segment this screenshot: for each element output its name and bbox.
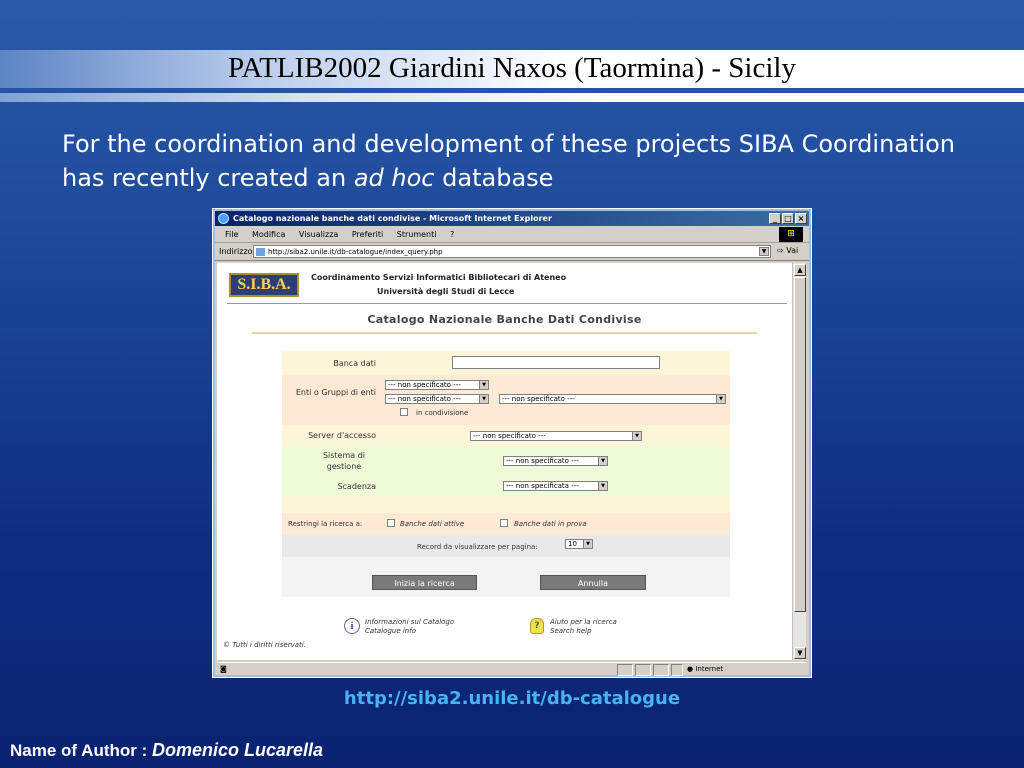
chevron-down-icon: ▼ <box>583 540 592 548</box>
author-label: Name of Author : <box>10 741 152 760</box>
status-cell <box>617 664 633 676</box>
chevron-down-icon: ▼ <box>479 381 488 389</box>
sistema-label: Sistema di gestione <box>322 451 366 471</box>
attive-checkbox[interactable] <box>387 519 395 527</box>
record-label: Record da visualizzare per pagina: <box>417 543 538 551</box>
intro-text: For the coordination and development of … <box>62 127 1002 195</box>
chevron-down-icon: ▼ <box>598 482 607 490</box>
in-condivisione-checkbox[interactable] <box>400 408 408 416</box>
search-button[interactable]: Inizia la ricerca <box>372 575 477 590</box>
enti-select-1[interactable]: --- non specificato --- ▼ <box>385 380 489 390</box>
address-value: http://siba2.unile.it/db-catalogue/index… <box>268 248 443 256</box>
chevron-down-icon: ▼ <box>598 457 607 465</box>
go-button[interactable]: ⇨ Vai <box>777 246 798 255</box>
catalog-title-divider <box>252 332 757 334</box>
siba-logo: S.I.B.A. <box>229 273 299 297</box>
record-select[interactable]: 10 ▼ <box>565 539 593 549</box>
menu-help[interactable]: ? <box>450 230 454 239</box>
in-condivisione-label: in condivisione <box>416 409 469 417</box>
row-restringi: Restringi la ricerca a: Banche dati atti… <box>282 513 730 535</box>
prova-checkbox[interactable] <box>500 519 508 527</box>
help-icon[interactable]: ? <box>530 618 544 634</box>
status-cell <box>653 664 669 676</box>
help-line1: Aiuto per la ricerca <box>550 618 617 626</box>
menu-strumenti[interactable]: Strumenti <box>397 230 437 239</box>
attive-label: Banche dati attive <box>400 520 465 528</box>
enti-label: Enti o Gruppi di enti <box>295 388 376 397</box>
info-line2: Catalogue info <box>365 627 416 635</box>
menu-visualizza[interactable]: Visualizza <box>299 230 338 239</box>
cancel-button[interactable]: Annulla <box>540 575 646 590</box>
menu-modifica[interactable]: Modifica <box>252 230 285 239</box>
catalog-title: Catalogo Nazionale Banche Dati Condivise <box>367 313 642 326</box>
enti-select-3[interactable]: --- non specificato --- ▼ <box>499 394 726 404</box>
minimize-icon[interactable]: _ <box>769 213 781 224</box>
row-scadenza: Scadenza --- non specificata --- ▼ <box>282 476 730 496</box>
catalogue-info-link[interactable]: Informazioni sul Catalogo Catalogue info <box>365 618 454 636</box>
address-label: Indirizzo <box>219 247 253 256</box>
help-line2: Search help <box>550 627 592 635</box>
close-icon[interactable]: × <box>795 213 807 224</box>
banca-dati-label: Banca dati <box>333 358 376 368</box>
vertical-scrollbar[interactable]: ▲ ▼ <box>792 263 806 660</box>
page-icon <box>256 248 265 256</box>
info-line1: Informazioni sul Catalogo <box>365 618 455 626</box>
browser-title-text: Catalogo nazionale banche dati condivise… <box>233 214 552 223</box>
go-label: Vai <box>786 246 799 255</box>
intro-text-italic: ad hoc <box>353 164 435 192</box>
status-cell <box>635 664 651 676</box>
address-input[interactable]: http://siba2.unile.it/db-catalogue/index… <box>253 245 771 258</box>
maximize-icon[interactable]: □ <box>782 213 794 224</box>
scroll-up-icon[interactable]: ▲ <box>794 264 806 276</box>
row-sistema: Sistema di gestione --- non specificato … <box>282 446 730 476</box>
header-line1: Coordinamento Servizi Informatici Biblio… <box>311 273 567 282</box>
search-help-link[interactable]: Aiuto per la ricerca Search help <box>550 618 617 636</box>
server-label: Server d'accesso <box>308 431 376 440</box>
browser-menu-bar: File Modifica Visualizza Preferiti Strum… <box>215 226 809 243</box>
web-page-content: S.I.B.A. Coordinamento Servizi Informati… <box>217 263 792 660</box>
status-cell <box>671 664 683 676</box>
row-spacer <box>282 496 730 513</box>
slide-title: PATLIB2002 Giardini Naxos (Taormina) - S… <box>228 52 796 84</box>
row-server: Server d'accesso --- non specificato ---… <box>282 425 730 446</box>
row-enti: Enti o Gruppi di enti --- non specificat… <box>282 375 730 425</box>
restringi-label: Restringi la ricerca a: <box>288 520 363 528</box>
windows-logo-icon: ⊞ <box>779 227 803 242</box>
browser-title-bar: Catalogo nazionale banche dati condivise… <box>215 211 809 226</box>
row-banca-dati: Banca dati <box>282 351 730 375</box>
menu-file[interactable]: File <box>225 230 238 239</box>
header-divider <box>227 303 787 304</box>
chevron-down-icon: ▼ <box>632 432 641 440</box>
page-status-icon: ◙ <box>220 665 227 673</box>
intro-text-part2: database <box>434 164 554 192</box>
header-line2: Università degli Studi di Lecce <box>377 287 515 296</box>
chevron-down-icon: ▼ <box>479 395 488 403</box>
browser-window: Catalogo nazionale banche dati condivise… <box>212 208 812 678</box>
copyright: © Tutti i diritti riservati. <box>223 641 306 649</box>
server-select[interactable]: --- non specificato --- ▼ <box>470 431 642 441</box>
scadenza-select[interactable]: --- non specificata --- ▼ <box>503 481 608 491</box>
chevron-down-icon: ▼ <box>716 395 725 403</box>
address-bar: Indirizzo http://siba2.unile.it/db-catal… <box>215 243 809 261</box>
ie-icon <box>218 213 229 224</box>
banca-dati-input[interactable] <box>452 356 660 369</box>
catalogue-url[interactable]: http://siba2.unile.it/db-catalogue <box>0 688 1024 709</box>
scroll-down-icon[interactable]: ▼ <box>794 647 806 659</box>
status-bar: ◙ ● Internet <box>217 662 806 676</box>
search-form: Banca dati Enti o Gruppi di enti --- non… <box>282 351 730 597</box>
row-buttons: Inizia la ricerca Annulla <box>282 557 730 597</box>
internet-zone: ● Internet <box>687 665 724 673</box>
author-name: Domenico Lucarella <box>151 740 324 760</box>
scroll-thumb[interactable] <box>794 277 806 612</box>
row-record: Record da visualizzare per pagina: 10 ▼ <box>282 535 730 557</box>
address-dropdown-icon[interactable]: ▼ <box>759 247 769 256</box>
info-icon[interactable]: i <box>344 618 360 634</box>
author-line: Name of Author : Domenico Lucarella <box>10 740 323 761</box>
scadenza-label: Scadenza <box>337 481 376 491</box>
title-underline-band <box>0 93 1024 102</box>
sistema-select[interactable]: --- non specificato --- ▼ <box>503 456 608 466</box>
menu-preferiti[interactable]: Preferiti <box>352 230 383 239</box>
enti-select-2[interactable]: --- non specificato --- ▼ <box>385 394 489 404</box>
prova-label: Banche dati in prova <box>514 520 587 528</box>
